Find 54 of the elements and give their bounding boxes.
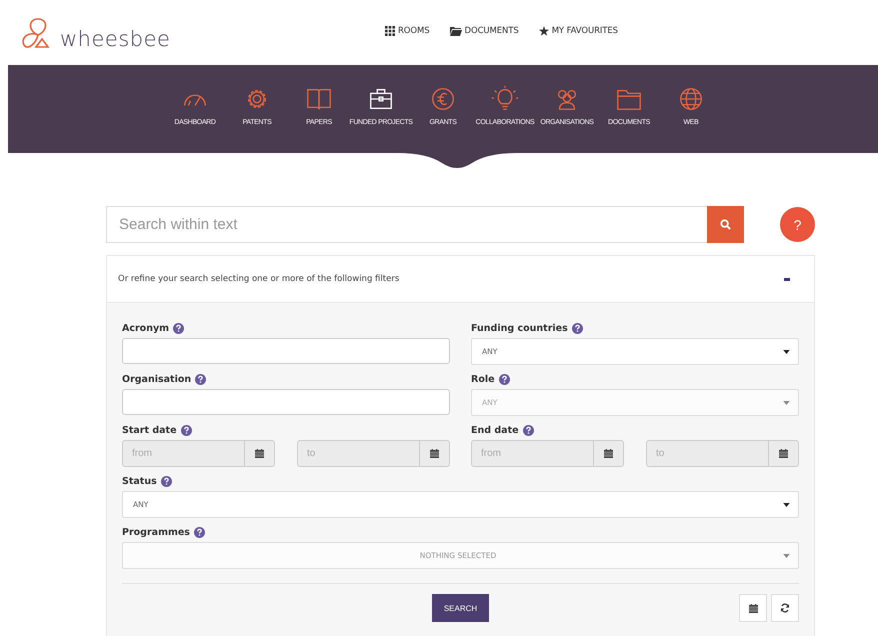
date-field[interactable]: to (646, 440, 769, 467)
help-icon[interactable] (180, 425, 192, 436)
help-icon[interactable] (194, 527, 205, 538)
refresh-icon (780, 603, 790, 613)
search-button[interactable] (707, 206, 744, 243)
calendar-icon (779, 449, 788, 458)
caret-icon (783, 502, 790, 506)
folder-icon (450, 26, 462, 36)
field-label: Programmes (122, 527, 190, 538)
date-field[interactable]: to (297, 440, 420, 467)
globe-icon (677, 85, 705, 113)
bulb-icon (491, 85, 519, 113)
calendar-icon (604, 449, 613, 458)
field-label: Status (122, 476, 157, 487)
help-icon[interactable] (572, 323, 583, 334)
help-icon[interactable] (498, 374, 510, 385)
field-label: Role (471, 374, 495, 385)
caret-icon (783, 350, 790, 354)
field-label: Funding countries (471, 323, 568, 334)
field-label: Start date (122, 425, 177, 436)
top-nav-link[interactable]: ROOMS (385, 26, 430, 36)
field-label: Acronym (122, 323, 170, 334)
date-field[interactable]: from (471, 440, 594, 467)
caret-icon (783, 554, 790, 558)
calendar-icon (748, 604, 758, 612)
calendar-icon (430, 449, 439, 458)
calendar-button[interactable] (739, 594, 767, 622)
calendar-button[interactable] (769, 440, 799, 467)
logo-text: wheesbee (60, 26, 170, 50)
help-icon[interactable] (160, 476, 172, 487)
help-icon[interactable] (195, 374, 206, 385)
euro-icon (429, 85, 457, 113)
text-field[interactable] (122, 338, 450, 364)
top-nav-link[interactable]: MY FAVOURITES (538, 26, 618, 36)
caret-icon (783, 400, 790, 404)
search-icon (720, 219, 731, 230)
star-icon (538, 26, 549, 36)
filter-intro: Or refine your search selecting one or more of the following filters (118, 274, 400, 284)
field-label: End date (471, 425, 519, 436)
field-label: Organisation (122, 374, 192, 385)
calendar-button[interactable] (594, 440, 624, 467)
help-icon[interactable] (522, 425, 534, 436)
refresh-button[interactable] (771, 594, 799, 622)
grid-icon (385, 26, 395, 36)
text-field[interactable] (122, 389, 450, 415)
help-icon[interactable] (173, 323, 184, 334)
calendar-icon (255, 449, 264, 458)
search-field[interactable]: Search within text (106, 206, 707, 243)
help-button[interactable]: ? (780, 207, 815, 242)
top-nav-link[interactable]: DOCUMENTS (450, 26, 519, 36)
date-field[interactable]: from (122, 440, 245, 467)
calendar-button[interactable] (245, 440, 275, 467)
calendar-button[interactable] (420, 440, 450, 467)
search-submit-button[interactable]: SEARCH (432, 594, 490, 622)
